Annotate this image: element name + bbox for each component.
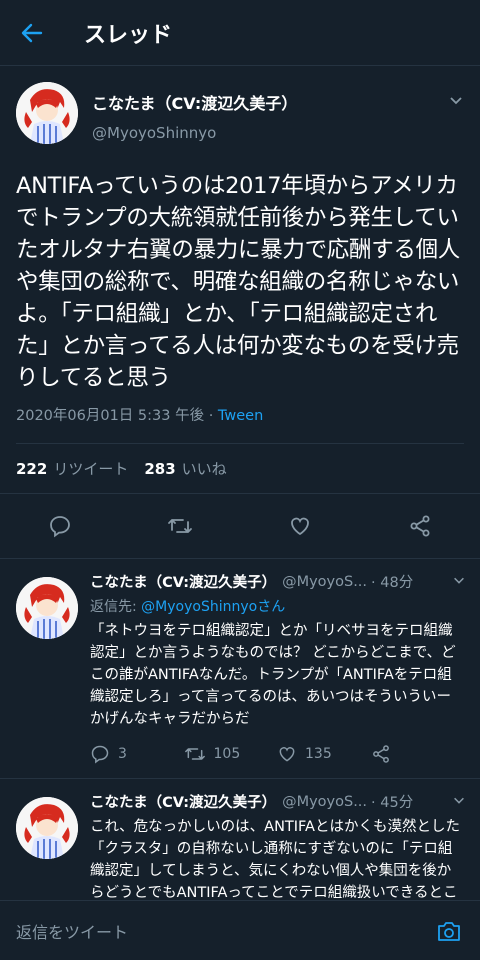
like-icon[interactable]: [280, 514, 320, 538]
like-stat[interactable]: 283 いいね: [144, 458, 226, 479]
chevron-down-icon[interactable]: [452, 793, 466, 807]
tweet-meta: 2020年06月01日 5:33 午後 · Tween: [16, 404, 464, 425]
camera-icon[interactable]: [434, 916, 464, 946]
like-icon: [279, 747, 295, 762]
meta-separator: ·: [208, 408, 214, 424]
page-title: スレッド: [84, 22, 173, 48]
timestamp: 2020年06月01日 5:33 午後: [16, 408, 205, 424]
avatar[interactable]: [16, 82, 78, 144]
retweet-stat[interactable]: 222 リツイート: [16, 458, 128, 479]
retweet-icon[interactable]: [160, 514, 200, 538]
user-handle[interactable]: @MyoyoS...: [282, 574, 367, 590]
display-name[interactable]: こなたま（CV:渡辺久美子）: [92, 90, 297, 114]
reply-tweet[interactable]: こなたま（CV:渡辺久美子） @MyoyoS... · 48分 返信先: @My…: [0, 559, 480, 779]
tweet-stats: 222 リツイート 283 いいね: [16, 443, 464, 493]
like-count: 135: [305, 746, 332, 762]
reply-input[interactable]: 返信をツイート: [16, 919, 434, 943]
main-tweet: こなたま（CV:渡辺久美子） @MyoyoShinnyo ANTIFAっていうの…: [0, 66, 480, 493]
reply-button[interactable]: 3: [90, 744, 184, 764]
reply-text: 「ネトウヨをテロ組織認定」とか「リベサヨをテロ組織認定」とか言うようなものでは？…: [90, 623, 456, 727]
timestamp: · 48分: [371, 575, 414, 591]
tweet-text: ANTIFAっていうのは2017年頃からアメリカでトランプの大統領就任前後から発…: [16, 173, 461, 391]
chevron-down-icon[interactable]: [452, 573, 466, 587]
avatar[interactable]: [16, 577, 78, 639]
avatar[interactable]: [16, 797, 78, 859]
top-bar: スレッド: [0, 0, 480, 66]
share-button[interactable]: [371, 744, 465, 764]
retweet-button[interactable]: 105: [184, 744, 278, 764]
share-icon[interactable]: [400, 514, 440, 538]
reply-compose-bar: 返信をツイート: [0, 900, 480, 960]
like-button[interactable]: 135: [277, 744, 371, 764]
timestamp: · 45分: [371, 795, 414, 811]
reply-to-handle[interactable]: @MyoyoShinnyoさん: [141, 599, 285, 615]
display-name[interactable]: こなたま（CV:渡辺久美子）: [90, 571, 276, 592]
client-link[interactable]: Tween: [218, 408, 263, 424]
retweet-icon: [184, 748, 205, 760]
reply-icon: [91, 745, 109, 764]
user-handle[interactable]: @MyoyoShinnyo: [92, 124, 297, 142]
chevron-down-icon[interactable]: [448, 92, 464, 108]
reply-to: 返信先: @MyoyoShinnyoさん: [90, 599, 286, 615]
retweet-count: 105: [213, 746, 241, 762]
back-arrow-icon[interactable]: [18, 19, 46, 47]
reply-icon[interactable]: [40, 514, 80, 538]
user-handle[interactable]: @MyoyoS...: [282, 794, 367, 810]
share-icon: [372, 745, 389, 763]
display-name[interactable]: こなたま（CV:渡辺久美子）: [90, 791, 276, 812]
tweet-actions: [0, 493, 480, 559]
reply-actions: 3 105 135: [90, 730, 464, 778]
reply-count: 3: [118, 746, 127, 762]
